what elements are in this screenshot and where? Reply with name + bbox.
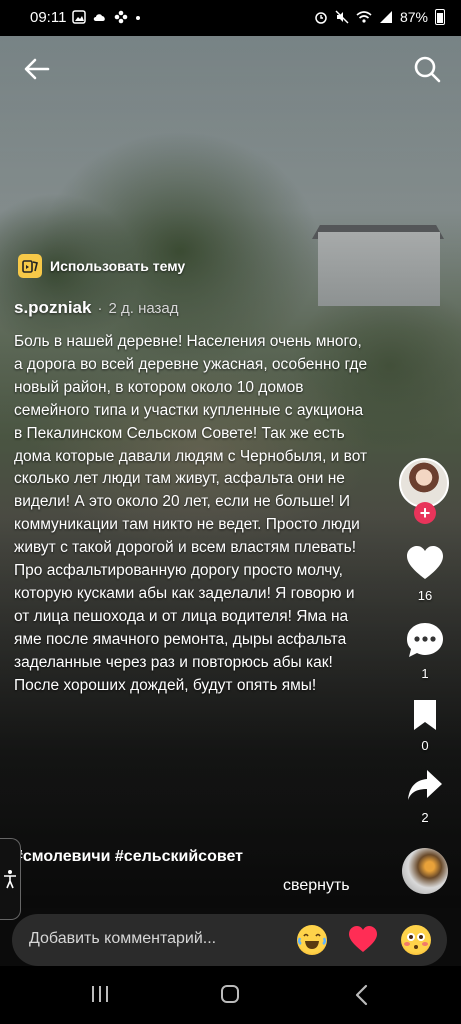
share-button[interactable]: 2 [405,768,445,825]
mute-icon [335,10,349,24]
signal-icon [379,11,392,23]
comment-bar: Добавить комментарий... [12,914,447,966]
search-icon [414,56,441,83]
flower-icon [114,10,128,24]
save-count: 0 [421,738,429,753]
status-notification-icons [72,10,142,24]
status-system-icons: 87% [314,9,445,25]
battery-icon [435,9,445,25]
author-name[interactable]: s.pozniak [14,298,91,318]
hashtags[interactable]: #смолевичи #сельскийсовет [14,848,243,866]
post-caption: Боль в нашей деревне! Населения очень мн… [14,333,368,694]
arrow-left-icon [24,58,50,80]
status-time: 09:11 [30,9,67,26]
laughing-emoji-icon[interactable] [297,925,327,955]
post-meta: s.pozniak · 2 д. назад [14,298,179,318]
follow-button[interactable]: + [414,502,436,524]
collapse-caption-button[interactable]: свернуть [283,877,350,895]
share-icon [408,770,442,800]
heart-emoji-icon[interactable] [348,925,378,955]
comment-button[interactable]: 1 [405,622,445,681]
nav-back-icon[interactable] [352,984,372,1006]
comment-count: 1 [421,666,429,681]
recents-icon[interactable] [92,986,114,1004]
flushed-emoji-icon[interactable] [401,925,431,955]
search-button[interactable] [412,54,442,84]
accessibility-handle[interactable] [0,838,21,920]
gallery-icon [72,10,86,24]
system-nav-bar [0,966,461,1024]
like-button[interactable]: 16 [405,546,445,603]
save-button[interactable]: 0 [405,700,445,753]
battery-percent: 87% [399,9,428,25]
use-theme-button[interactable]: Использовать тему [18,254,185,278]
meta-separator: · [97,300,103,317]
use-theme-label: Использовать тему [50,258,186,274]
bookmark-icon [414,700,436,730]
theme-icon [18,254,42,278]
comment-input[interactable]: Добавить комментарий... [29,930,216,948]
like-count: 16 [417,588,433,603]
status-bar: 09:11 87% [0,0,461,36]
post-time: 2 д. назад [108,300,179,317]
back-button[interactable] [22,54,52,84]
heart-icon [407,546,443,579]
dot-icon [136,16,140,20]
home-icon[interactable] [221,985,239,1003]
share-count: 2 [421,810,429,825]
wifi-icon [356,11,372,23]
music-disc[interactable] [402,848,448,894]
author-avatar[interactable] [399,458,449,508]
accessibility-icon [4,870,16,889]
cloud-icon [93,14,105,21]
alarm-icon [315,12,327,24]
comment-icon [407,623,443,657]
